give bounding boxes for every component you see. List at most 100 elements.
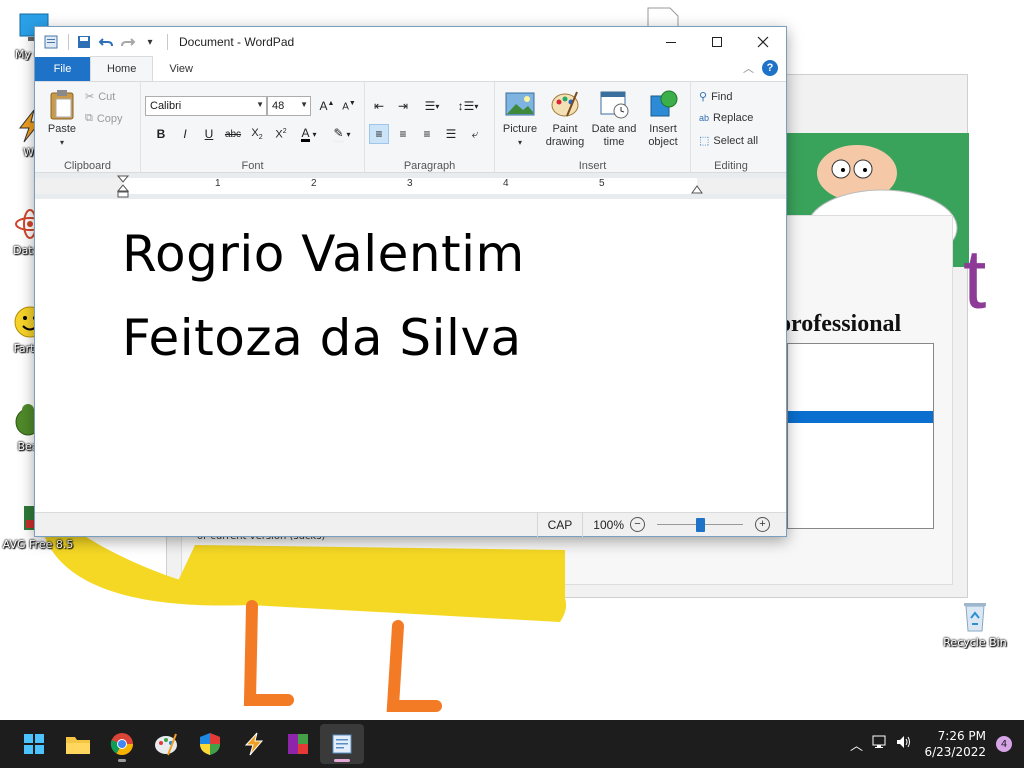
system-tray: ︿ 7:26 PM 6/23/2022 4 (844, 720, 1024, 768)
shrink-font-button[interactable]: A▼ (339, 96, 359, 116)
wordpad-window[interactable]: ▾ Document - WordPad File Home View ︿ ? (34, 26, 787, 537)
wordpad-app-icon[interactable] (41, 32, 61, 52)
windows-icon (24, 734, 44, 754)
copy-button[interactable]: ⧉ Copy (85, 112, 123, 125)
justify-button[interactable]: ☰ (441, 124, 461, 144)
zoom-out-button[interactable]: − (630, 517, 645, 532)
bullets-button[interactable]: ☰ ▾ (417, 96, 447, 116)
shrink-font-icon: A▼ (342, 99, 356, 113)
document-line-1[interactable]: Rogrio Valentim (122, 225, 525, 283)
font-size-select[interactable]: 48 ▼ (267, 96, 311, 116)
paint-palette-icon (155, 733, 177, 756)
taskbar-security[interactable] (188, 724, 232, 764)
status-bar: CAP 100% − + (35, 512, 786, 537)
qat-separator (68, 34, 69, 50)
italic-icon: I (183, 127, 187, 141)
strikethrough-button[interactable]: abc (223, 124, 243, 144)
start-button[interactable] (12, 724, 56, 764)
increase-indent-button[interactable]: ⇥ (393, 96, 413, 116)
date-time-button[interactable]: Date and time (589, 88, 639, 149)
minimize-button[interactable] (648, 27, 694, 57)
bold-button[interactable]: B (151, 124, 171, 144)
font-size-value: 48 (272, 100, 285, 112)
superscript-button[interactable]: X2 (271, 124, 291, 144)
subscript-button[interactable]: X2 (247, 124, 267, 144)
paste-icon (46, 88, 78, 120)
customize-qat-icon[interactable]: ▾ (140, 32, 160, 52)
highlight-button[interactable]: ✎ ▾ (327, 124, 357, 144)
italic-button[interactable]: I (175, 124, 195, 144)
qat-separator (167, 34, 168, 50)
save-icon[interactable] (74, 32, 94, 52)
taskbar-winrar[interactable] (276, 724, 320, 764)
plus-icon: + (759, 518, 766, 530)
text-color-icon: A (301, 125, 310, 142)
window-title: Document - WordPad (179, 35, 295, 49)
taskbar-file-explorer[interactable] (56, 724, 100, 764)
justify-icon: ☰ (445, 127, 457, 141)
taskbar-pinned-app[interactable] (232, 724, 276, 764)
ruler-number: 2 (311, 178, 317, 189)
replace-button[interactable]: ab Replace (699, 112, 753, 124)
text-color-button[interactable]: A ▾ (295, 124, 323, 144)
cut-button[interactable]: ✂ Cut (85, 90, 115, 104)
paragraph-settings-button[interactable]: ⤶ (465, 124, 485, 144)
running-indicator (334, 759, 350, 762)
group-clipboard: Paste ▾ ✂ Cut ⧉ Copy Clipboard (35, 82, 141, 174)
picture-label: Picture (502, 123, 538, 135)
paint-palette-icon (549, 88, 581, 120)
ruler[interactable]: 1 2 3 4 5 (35, 173, 786, 199)
speaker-icon[interactable] (892, 735, 916, 753)
paste-button[interactable]: Paste ▾ (43, 88, 81, 149)
desktop-icon-recycle-bin[interactable]: Recycle Bin (937, 598, 1013, 649)
help-icon[interactable]: ? (762, 60, 778, 76)
left-indent-marker[interactable] (116, 175, 130, 202)
maximize-button[interactable] (694, 27, 740, 57)
network-icon[interactable] (868, 735, 892, 753)
zoom-slider[interactable] (657, 517, 743, 533)
minimize-icon (666, 42, 676, 43)
document-area[interactable]: Rogrio Valentim Feitoza da Silva (35, 199, 786, 512)
find-button[interactable]: ⚲ Find (699, 90, 732, 104)
group-paragraph: ⇤ ⇥ ☰ ▾ ↕☰ ▾ ≡ ≡ ≡ ☰ ⤶ Paragraph (365, 82, 495, 174)
zoom-in-button[interactable]: + (755, 517, 770, 532)
taskbar-paint[interactable] (144, 724, 188, 764)
subscript-icon: X2 (251, 126, 263, 142)
insert-object-button[interactable]: Insert object (641, 88, 685, 149)
font-family-select[interactable]: Calibri ▼ (145, 96, 267, 116)
paste-label: Paste (47, 123, 77, 135)
picture-dropdown-icon[interactable]: ▾ (499, 136, 541, 149)
group-editing: ⚲ Find ab Replace ⬚ Select all Editing (691, 82, 771, 174)
line-spacing-button[interactable]: ↕☰ ▾ (453, 96, 483, 116)
underline-button[interactable]: U (199, 124, 219, 144)
tab-view[interactable]: View (153, 57, 209, 81)
align-left-button[interactable]: ≡ (369, 124, 389, 144)
decrease-indent-button[interactable]: ⇤ (369, 96, 389, 116)
notification-badge[interactable]: 4 (996, 736, 1012, 752)
tab-home[interactable]: Home (90, 56, 154, 81)
taskbar-apps (12, 720, 364, 768)
paint-drawing-button[interactable]: Paint drawing (543, 88, 587, 149)
minimize-ribbon-icon[interactable]: ︿ (743, 60, 754, 76)
redo-icon[interactable] (118, 32, 138, 52)
zoom-slider-thumb[interactable] (696, 517, 705, 532)
clock[interactable]: 7:26 PM 6/23/2022 (916, 728, 996, 760)
align-center-button[interactable]: ≡ (393, 124, 413, 144)
taskbar-wordpad[interactable] (320, 724, 364, 764)
close-button[interactable] (740, 27, 786, 57)
right-indent-marker[interactable] (691, 184, 703, 198)
quick-access-toolbar: ▾ (35, 27, 173, 57)
insert-picture-button[interactable]: Picture ▾ (499, 88, 541, 149)
group-insert: Picture ▾ Paint drawing Date and time In… (495, 82, 691, 174)
grow-font-button[interactable]: A▲ (317, 96, 337, 116)
align-right-button[interactable]: ≡ (417, 124, 437, 144)
select-all-button[interactable]: ⬚ Select all (699, 134, 758, 148)
chevron-up-icon[interactable]: ︿ (844, 735, 868, 754)
title-bar[interactable]: ▾ Document - WordPad (35, 27, 786, 57)
undo-icon[interactable] (96, 32, 116, 52)
document-line-2[interactable]: Feitoza da Silva (122, 309, 522, 367)
replace-icon: ab (699, 113, 710, 123)
tab-file[interactable]: File (35, 57, 90, 81)
taskbar-chrome[interactable] (100, 724, 144, 764)
paste-dropdown-icon[interactable]: ▾ (43, 136, 81, 149)
